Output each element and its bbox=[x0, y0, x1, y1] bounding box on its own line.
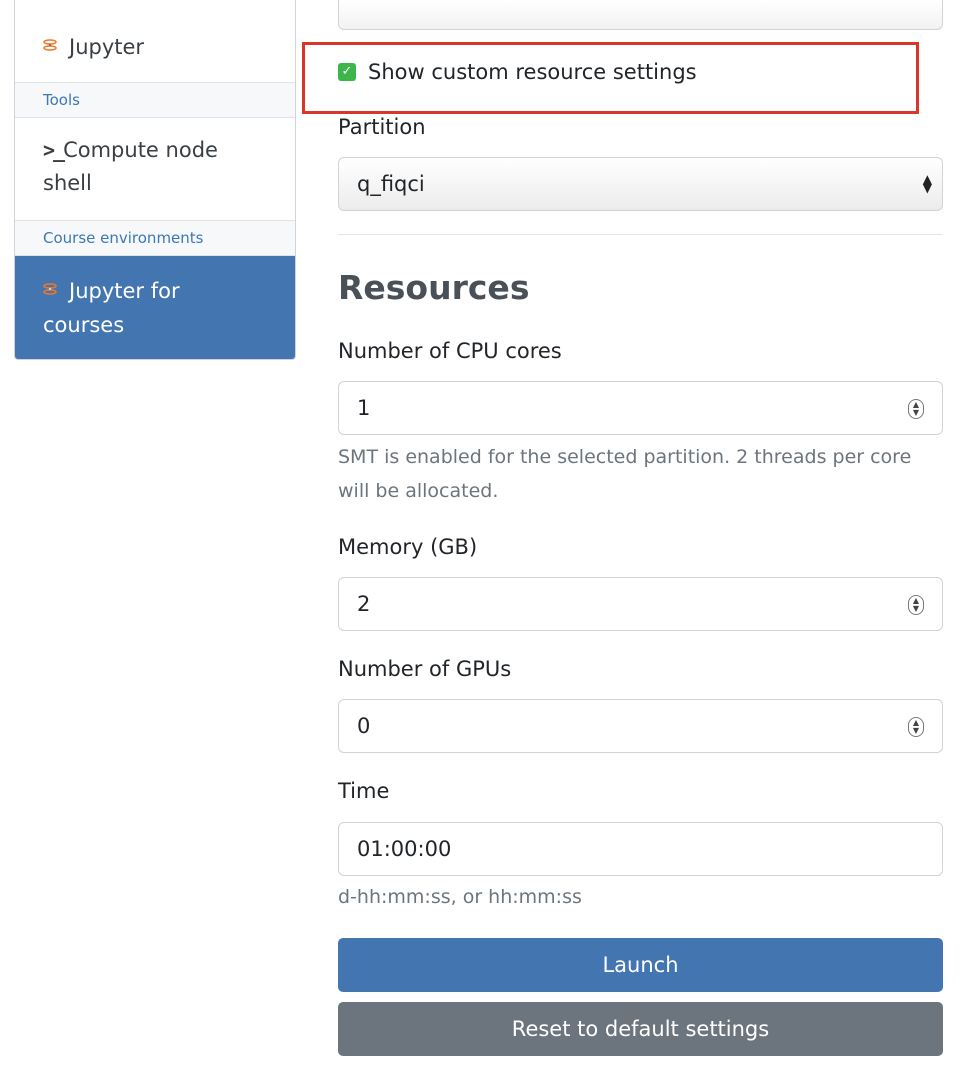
sidebar-nav: Jupyter Tools >_Compute node shell Cours… bbox=[14, 0, 296, 360]
custom-settings-checkbox-row[interactable]: ✓ Show custom resource settings bbox=[338, 58, 697, 86]
partition-select-value: q_fiqci bbox=[357, 172, 425, 196]
time-input[interactable]: 01:00:00 bbox=[338, 822, 943, 876]
sidebar-item-jupyter[interactable]: Jupyter bbox=[15, 30, 295, 82]
previous-field-partial bbox=[338, 0, 943, 30]
number-spinner-icon[interactable]: ▲ ▼ bbox=[908, 717, 924, 737]
gpus-label: Number of GPUs bbox=[338, 657, 512, 681]
cpu-cores-help: SMT is enabled for the selected partitio… bbox=[338, 446, 912, 502]
sidebar-item-compute-shell[interactable]: >_Compute node shell bbox=[15, 134, 295, 200]
sidebar-item-jupyter-courses[interactable]: Jupyter for courses bbox=[15, 256, 295, 359]
sidebar-item-label: Jupyter for bbox=[69, 279, 180, 303]
number-spinner-icon[interactable]: ▲ ▼ bbox=[908, 399, 924, 419]
select-arrows-icon: ▲ ▼ bbox=[922, 172, 932, 195]
sidebar-header-tools: Tools bbox=[15, 82, 295, 118]
memory-value: 2 bbox=[357, 592, 371, 616]
cpu-cores-value: 1 bbox=[357, 396, 371, 420]
sidebar-item-label-cont: courses bbox=[43, 313, 125, 337]
reset-defaults-button[interactable]: Reset to default settings bbox=[338, 1002, 943, 1056]
number-spinner-icon[interactable]: ▲ ▼ bbox=[908, 595, 924, 615]
sidebar-item-label: Compute node bbox=[63, 138, 218, 162]
checkmark-icon: ✓ bbox=[341, 64, 353, 79]
sidebar-item-label: Jupyter bbox=[69, 35, 145, 59]
time-help: d-hh:mm:ss, or hh:mm:ss bbox=[338, 886, 582, 908]
resources-heading: Resources bbox=[338, 268, 530, 307]
gpus-value: 0 bbox=[357, 714, 371, 738]
partition-label: Partition bbox=[338, 115, 426, 139]
cpu-cores-label: Number of CPU cores bbox=[338, 339, 562, 363]
memory-label: Memory (GB) bbox=[338, 535, 478, 559]
partition-select[interactable]: q_fiqci ▲ ▼ bbox=[338, 157, 943, 211]
sidebar-item-label-cont: shell bbox=[43, 171, 92, 195]
sidebar-header-course-environments: Course environments bbox=[15, 220, 295, 256]
jupyter-logo-icon bbox=[43, 39, 57, 51]
jupyter-logo-icon bbox=[43, 283, 57, 295]
time-value: 01:00:00 bbox=[357, 837, 452, 861]
memory-input[interactable]: 2 ▲ ▼ bbox=[338, 577, 943, 631]
custom-settings-checkbox[interactable]: ✓ bbox=[338, 63, 356, 81]
terminal-prompt-icon: >_ bbox=[43, 138, 65, 162]
time-label: Time bbox=[338, 779, 390, 803]
section-divider bbox=[338, 234, 943, 235]
gpus-input[interactable]: 0 ▲ ▼ bbox=[338, 699, 943, 753]
launch-button[interactable]: Launch bbox=[338, 938, 943, 992]
custom-settings-label[interactable]: Show custom resource settings bbox=[368, 60, 697, 84]
cpu-cores-input[interactable]: 1 ▲ ▼ bbox=[338, 381, 943, 435]
